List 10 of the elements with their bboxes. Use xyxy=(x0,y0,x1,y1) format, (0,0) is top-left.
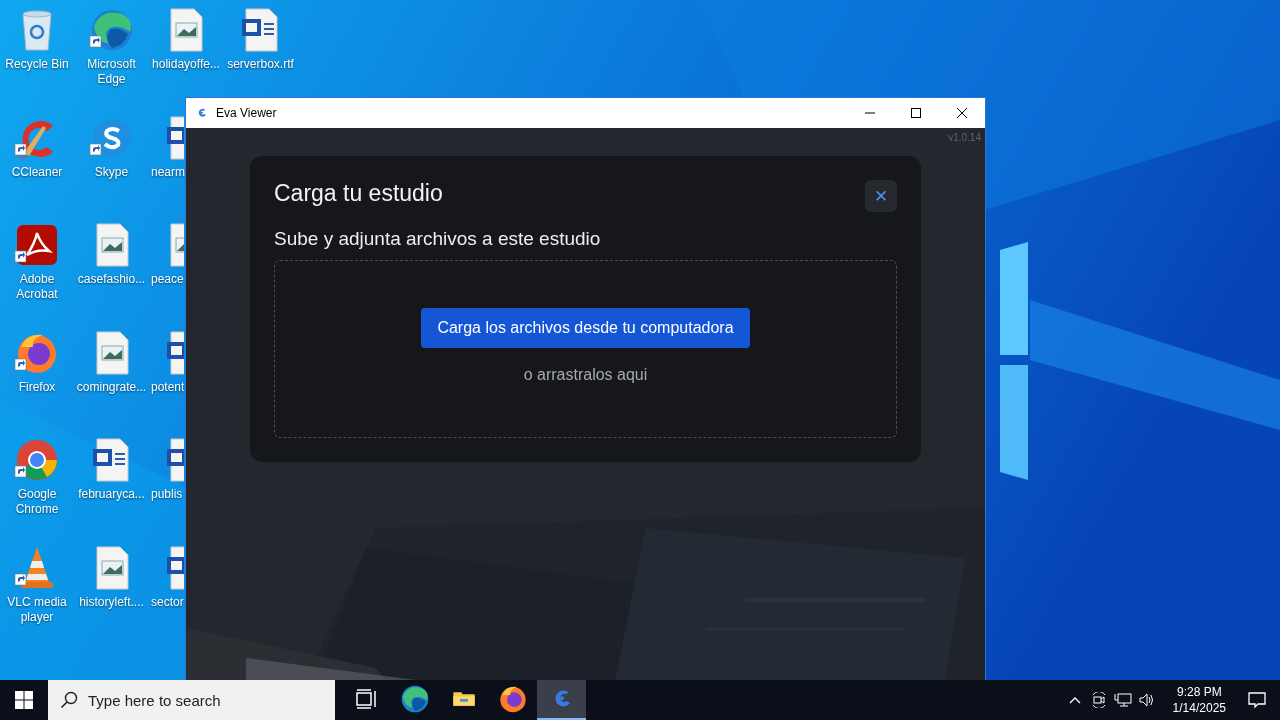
windows-icon xyxy=(15,691,33,709)
clock[interactable]: 9:28 PM 1/14/2025 xyxy=(1164,684,1234,716)
search-field[interactable]: Type here to search xyxy=(48,680,335,720)
volume-icon[interactable] xyxy=(1137,692,1156,708)
chevron-up-icon[interactable] xyxy=(1068,696,1081,704)
network-icon[interactable] xyxy=(1113,692,1132,708)
notification-icon xyxy=(1247,691,1267,709)
camera-icon[interactable] xyxy=(1090,692,1107,708)
task-view-icon xyxy=(355,689,376,709)
search-icon xyxy=(60,691,78,709)
